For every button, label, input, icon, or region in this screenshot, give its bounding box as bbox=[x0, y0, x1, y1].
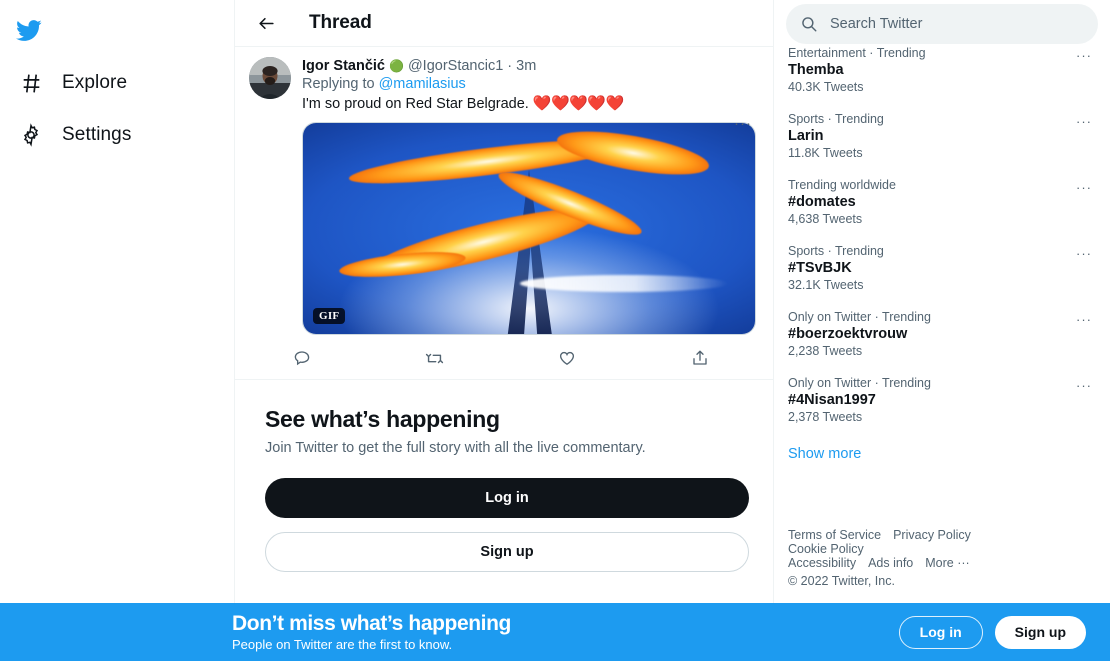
banner-title: Don’t miss what’s happening bbox=[232, 612, 511, 635]
trends-list: Entertainment · Trending Themba 40.3K Tw… bbox=[774, 38, 1110, 462]
footer-link-cookie[interactable]: Cookie Policy bbox=[788, 542, 864, 556]
reply-icon[interactable] bbox=[291, 347, 313, 369]
gear-icon bbox=[18, 122, 44, 148]
search-icon bbox=[800, 15, 818, 33]
show-more-link[interactable]: Show more bbox=[788, 434, 1096, 462]
tweet-text: I'm so proud on Red Star Belgrade. ❤️❤️❤… bbox=[302, 94, 757, 114]
gif-frame: GIF bbox=[303, 123, 755, 334]
gif-badge: GIF bbox=[313, 308, 346, 324]
trend-item[interactable]: Only on Twitter · Trending #4Nisan1997 2… bbox=[788, 368, 1096, 434]
separator-dot: · bbox=[507, 58, 513, 74]
trend-more-icon[interactable]: ··· bbox=[1072, 110, 1096, 132]
main-column: Thread Igor Stančić 🟢 @IgorStancic1 · 3m… bbox=[234, 0, 774, 661]
trend-category: Sports · Trending bbox=[788, 112, 884, 126]
trend-item[interactable]: Sports · Trending #TSvBJK 32.1K Tweets ·… bbox=[788, 236, 1096, 302]
share-icon[interactable] bbox=[689, 347, 711, 369]
retweet-icon[interactable] bbox=[424, 347, 446, 369]
thread-header: Thread bbox=[235, 0, 773, 47]
banner-signup-button[interactable]: Sign up bbox=[994, 615, 1086, 649]
left-sidebar: Explore Settings bbox=[0, 0, 234, 661]
heart-emoji-icons: ❤️❤️❤️❤️❤️ bbox=[532, 95, 624, 112]
page-title: Thread bbox=[309, 12, 372, 33]
trend-more-icon[interactable]: ··· bbox=[1072, 176, 1096, 198]
sidebar-item-settings[interactable]: Settings bbox=[4, 110, 145, 160]
trend-category: Entertainment · Trending bbox=[788, 46, 926, 60]
footer-link-ads-info[interactable]: Ads info bbox=[868, 556, 913, 570]
banner-buttons: Log in Sign up bbox=[898, 615, 1086, 649]
search-bar[interactable] bbox=[786, 4, 1098, 44]
trend-count: 4,638 Tweets bbox=[788, 212, 863, 226]
trend-name: #domates bbox=[788, 194, 856, 210]
tweet: Igor Stančić 🟢 @IgorStancic1 · 3m Replyi… bbox=[235, 47, 773, 335]
tweet-media-gif[interactable]: GIF bbox=[302, 122, 756, 335]
trend-count: 2,238 Tweets bbox=[788, 344, 863, 358]
trend-name: Themba bbox=[788, 62, 844, 78]
sidebar-item-label: Settings bbox=[62, 124, 132, 145]
gif-light-streak bbox=[519, 274, 728, 292]
like-icon[interactable] bbox=[556, 347, 578, 369]
banner-login-button[interactable]: Log in bbox=[898, 615, 983, 649]
gif-flame bbox=[554, 123, 712, 183]
back-arrow-icon[interactable] bbox=[251, 8, 281, 38]
trend-name: #4Nisan1997 bbox=[788, 392, 876, 408]
trend-more-icon[interactable]: ··· bbox=[1072, 374, 1096, 396]
sidebar-item-label: Explore bbox=[62, 72, 128, 93]
tweet-author-line: Igor Stančić 🟢 @IgorStancic1 · 3m bbox=[302, 58, 757, 74]
trend-item[interactable]: Entertainment · Trending Themba 40.3K Tw… bbox=[788, 38, 1096, 104]
hashtag-icon bbox=[18, 70, 44, 96]
trend-more-icon[interactable]: ··· bbox=[1072, 44, 1096, 66]
footer-link-privacy[interactable]: Privacy Policy bbox=[893, 528, 971, 542]
footer-copyright: © 2022 Twitter, Inc. bbox=[788, 574, 895, 588]
author-handle[interactable]: @IgorStancic1 bbox=[408, 58, 503, 74]
replying-to-line: Replying to @mamilasius bbox=[302, 76, 757, 92]
footer-link-more[interactable]: More ··· bbox=[925, 556, 969, 570]
trend-item[interactable]: Sports · Trending Larin 11.8K Tweets ··· bbox=[788, 104, 1096, 170]
trend-count: 2,378 Tweets bbox=[788, 410, 863, 424]
trend-more-icon[interactable]: ··· bbox=[1072, 242, 1096, 264]
banner-texts: Don’t miss what’s happening People on Tw… bbox=[232, 612, 899, 652]
author-name[interactable]: Igor Stančić bbox=[302, 58, 385, 74]
trend-more-icon[interactable]: ··· bbox=[1072, 308, 1096, 330]
trend-item[interactable]: Trending worldwide #domates 4,638 Tweets… bbox=[788, 170, 1096, 236]
trend-count: 11.8K Tweets bbox=[788, 146, 863, 160]
replying-mention[interactable]: @mamilasius bbox=[379, 76, 466, 92]
trend-category: Only on Twitter · Trending bbox=[788, 310, 931, 324]
signup-card: See what’s happening Join Twitter to get… bbox=[235, 380, 773, 572]
trend-name: #boerzoektvrouw bbox=[788, 326, 908, 342]
sidebar-item-explore[interactable]: Explore bbox=[4, 58, 141, 108]
twitter-bird-icon[interactable] bbox=[8, 10, 48, 50]
author-emoji-icon: 🟢 bbox=[389, 59, 404, 73]
trend-category: Only on Twitter · Trending bbox=[788, 376, 931, 390]
replying-label: Replying to bbox=[302, 76, 375, 92]
tweet-text-body: I'm so proud on Red Star Belgrade. bbox=[302, 96, 529, 112]
tweet-more-icon[interactable]: ··· bbox=[729, 109, 757, 137]
signup-button[interactable]: Sign up bbox=[265, 532, 749, 572]
footer-link-terms[interactable]: Terms of Service bbox=[788, 528, 881, 542]
trend-item[interactable]: Only on Twitter · Trending #boerzoektvro… bbox=[788, 302, 1096, 368]
right-sidebar: Entertainment · Trending Themba 40.3K Tw… bbox=[774, 0, 1110, 661]
tweet-timestamp[interactable]: 3m bbox=[516, 58, 536, 74]
trend-name: Larin bbox=[788, 128, 824, 144]
logo-row bbox=[0, 4, 234, 56]
bottom-signup-banner: Don’t miss what’s happening People on Tw… bbox=[0, 603, 1110, 661]
twitter-app: Explore Settings Thread Igor Stančić 🟢 @… bbox=[0, 0, 1110, 661]
tweet-actions bbox=[235, 339, 773, 380]
trend-name: #TSvBJK bbox=[788, 260, 852, 276]
banner-subtitle: People on Twitter are the first to know. bbox=[232, 637, 453, 652]
tweet-body: Igor Stančić 🟢 @IgorStancic1 · 3m Replyi… bbox=[302, 57, 757, 335]
search-input[interactable] bbox=[830, 16, 1084, 32]
sidebar-footer: Terms of Service Privacy Policy Cookie P… bbox=[788, 528, 1058, 588]
avatar[interactable] bbox=[249, 57, 291, 99]
trend-category: Trending worldwide bbox=[788, 178, 896, 192]
footer-links-row-2: Accessibility Ads info More ··· bbox=[788, 556, 1058, 570]
signup-card-title: See what’s happening bbox=[265, 406, 500, 432]
footer-links-row-1: Terms of Service Privacy Policy Cookie P… bbox=[788, 528, 1058, 556]
signup-card-subtitle: Join Twitter to get the full story with … bbox=[265, 440, 646, 456]
login-button[interactable]: Log in bbox=[265, 478, 749, 518]
trend-category: Sports · Trending bbox=[788, 244, 884, 258]
footer-link-accessibility[interactable]: Accessibility bbox=[788, 556, 856, 570]
trend-count: 40.3K Tweets bbox=[788, 80, 864, 94]
trend-count: 32.1K Tweets bbox=[788, 278, 864, 292]
